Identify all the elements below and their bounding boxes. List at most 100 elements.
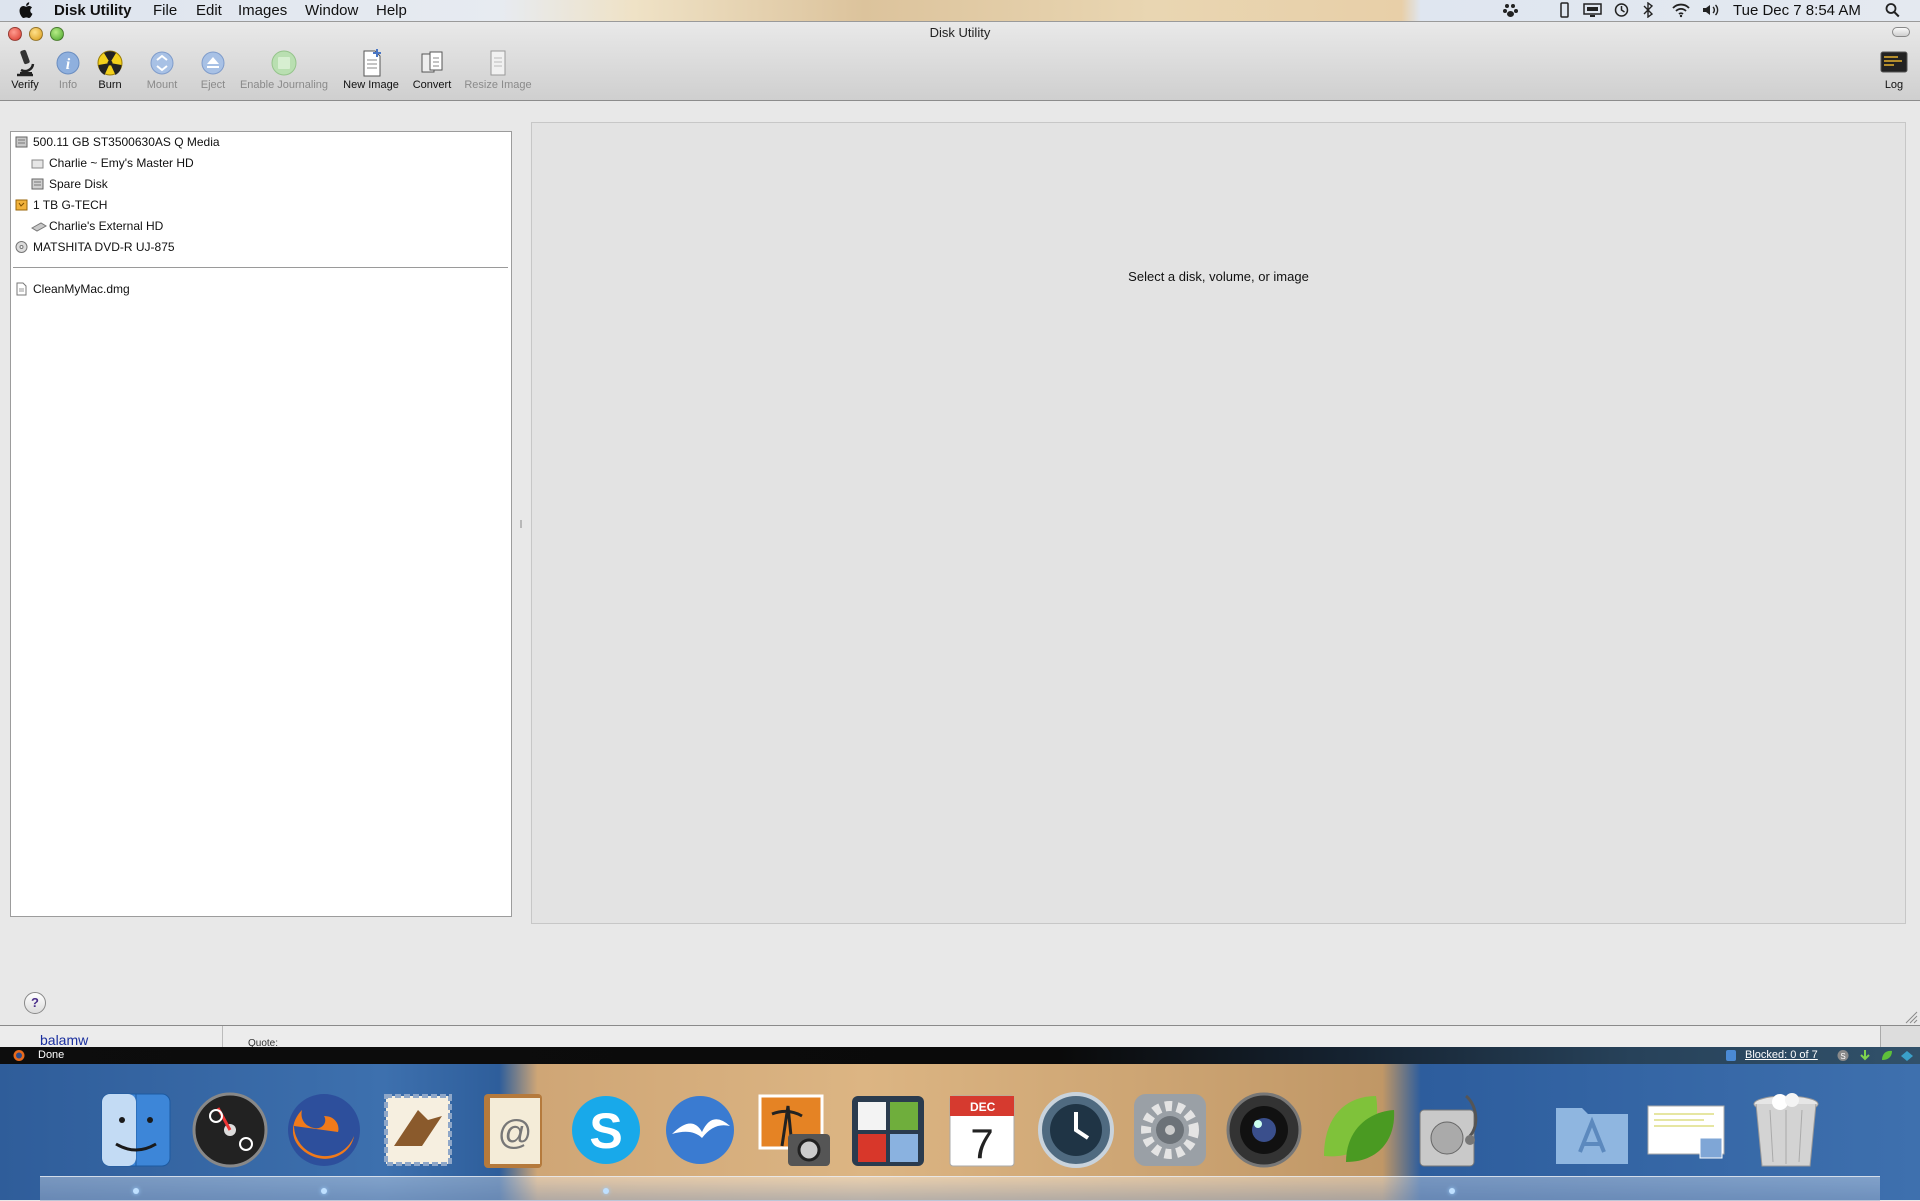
convert-button[interactable]: Convert <box>409 48 455 100</box>
sync-addon-icon[interactable] <box>1900 1049 1914 1062</box>
menu-help[interactable]: Help <box>376 1 407 20</box>
leaf-icon <box>1324 1096 1395 1162</box>
dock-dashboard[interactable] <box>188 1086 272 1174</box>
skype-status-icon[interactable]: S <box>1836 1049 1850 1062</box>
apple-menu-icon[interactable] <box>18 0 36 20</box>
splitter-handle[interactable] <box>520 520 524 528</box>
svg-text:@: @ <box>498 1114 533 1152</box>
trash-icon <box>1753 1093 1819 1167</box>
empty-selection-message: Select a disk, volume, or image <box>1128 269 1309 284</box>
background-window: balamw Quote: <box>0 1025 1920 1049</box>
dock-iphoto[interactable] <box>752 1086 836 1174</box>
menu-clock[interactable]: Tue Dec 7 8:54 AM <box>1733 1 1861 20</box>
eject-icon <box>201 51 225 75</box>
help-button[interactable]: ? <box>24 992 46 1014</box>
eject-button[interactable]: Eject <box>194 48 232 100</box>
dock-openoffice[interactable] <box>658 1086 742 1174</box>
resize-image-label: Resize Image <box>464 79 532 91</box>
optical-drive-icon <box>15 241 28 253</box>
detail-pane: Select a disk, volume, or image <box>531 122 1906 924</box>
disk-list[interactable]: 500.11 GB ST3500630AS Q Media Charlie ~ … <box>10 131 512 917</box>
phone-icon[interactable] <box>1556 2 1573 18</box>
burn-button[interactable]: Burn <box>92 48 128 100</box>
menu-bar: Disk Utility File Edit Images Window Hel… <box>0 0 1920 22</box>
image-label: CleanMyMac.dmg <box>33 282 130 296</box>
toolbar-toggle-button[interactable] <box>1892 27 1910 37</box>
window-title: Disk Utility <box>929 25 991 40</box>
time-machine-icon[interactable] <box>1613 2 1630 18</box>
status-text: Done <box>38 1049 65 1061</box>
menu-file[interactable]: File <box>153 1 177 20</box>
svg-text:S: S <box>589 1103 622 1159</box>
info-label: Info <box>58 79 78 91</box>
gear-icon <box>1134 1094 1206 1166</box>
window-toolbar: Disk Utility Verify i Info Burn Mount Ej… <box>0 22 1920 101</box>
verify-button[interactable]: Verify <box>6 48 44 100</box>
blocked-count-link[interactable]: Blocked: 0 of 7 <box>1745 1049 1818 1061</box>
menu-window[interactable]: Window <box>305 1 358 20</box>
dock-finder[interactable] <box>94 1086 178 1174</box>
adblock-icon[interactable] <box>1724 1049 1738 1062</box>
volume-label: Spare Disk <box>49 177 108 191</box>
volume-icon <box>31 159 44 169</box>
internal-disk-icon <box>15 136 28 148</box>
spaces-icon <box>852 1096 924 1166</box>
dock-documents-stack[interactable] <box>1644 1086 1728 1174</box>
volume-icon[interactable] <box>1701 2 1721 18</box>
microscope-icon <box>17 49 35 77</box>
dock-applications-folder[interactable] <box>1550 1086 1634 1174</box>
disk-image-file-icon <box>16 282 27 296</box>
journal-icon <box>271 50 297 76</box>
log-button[interactable]: Log <box>1876 48 1912 100</box>
dock-ical[interactable]: DEC 7 <box>940 1086 1024 1174</box>
firefox-status-icon <box>13 1050 25 1061</box>
convert-label: Convert <box>412 79 452 91</box>
running-indicator <box>321 1188 327 1194</box>
dock-address-book[interactable]: @ <box>470 1086 554 1174</box>
download-icon[interactable] <box>1858 1049 1872 1062</box>
dock-disk-utility[interactable] <box>1410 1086 1494 1174</box>
enable-journaling-button[interactable]: Enable Journaling <box>236 48 332 100</box>
menu-edit[interactable]: Edit <box>196 1 222 20</box>
svg-text:S: S <box>1840 1052 1845 1061</box>
window-resize-grip[interactable] <box>1904 1010 1918 1024</box>
mount-icon <box>150 51 174 75</box>
bluetooth-icon[interactable] <box>1642 2 1654 18</box>
dock-firefox[interactable] <box>282 1086 366 1174</box>
mount-button[interactable]: Mount <box>141 48 183 100</box>
eject-label: Eject <box>200 79 226 91</box>
calendar-icon: DEC 7 <box>949 1095 1015 1167</box>
spotlight-search-icon[interactable] <box>1884 2 1901 18</box>
dock-aperture[interactable] <box>1222 1086 1306 1174</box>
new-image-label: New Image <box>343 79 399 91</box>
dock-time-machine[interactable] <box>1034 1086 1118 1174</box>
scrollbar[interactable] <box>1880 1026 1920 1048</box>
menu-app-name[interactable]: Disk Utility <box>54 1 132 20</box>
running-indicator <box>603 1188 609 1194</box>
info-icon: i <box>56 51 80 75</box>
radioactive-icon <box>97 50 123 76</box>
display-icon[interactable] <box>1583 2 1602 18</box>
dock-trash[interactable] <box>1744 1086 1828 1174</box>
resize-image-button[interactable]: Resize Image <box>462 48 534 100</box>
dock: @ S DEC 7 <box>0 1064 1920 1201</box>
menu-images[interactable]: Images <box>238 1 287 20</box>
openoffice-icon <box>666 1096 734 1164</box>
calendar-month: DEC <box>970 1100 996 1114</box>
leaf-addon-icon[interactable] <box>1880 1049 1894 1062</box>
disk-utility-icon <box>1419 1094 1478 1167</box>
forum-username[interactable]: balamw <box>40 1032 88 1048</box>
calendar-day: 7 <box>970 1120 993 1167</box>
dock-coda[interactable] <box>1316 1086 1400 1174</box>
dock-skype[interactable]: S <box>564 1086 648 1174</box>
dock-mail[interactable] <box>376 1086 460 1174</box>
new-image-icon <box>363 49 381 77</box>
new-image-button[interactable]: New Image <box>339 48 403 100</box>
dock-spaces[interactable] <box>846 1086 930 1174</box>
wifi-icon[interactable] <box>1671 2 1691 18</box>
log-console-icon <box>1880 51 1908 73</box>
finder-icon <box>101 1093 171 1167</box>
dock-system-preferences[interactable] <box>1128 1086 1212 1174</box>
info-button[interactable]: i Info <box>50 48 86 100</box>
paw-icon[interactable] <box>1502 2 1519 18</box>
